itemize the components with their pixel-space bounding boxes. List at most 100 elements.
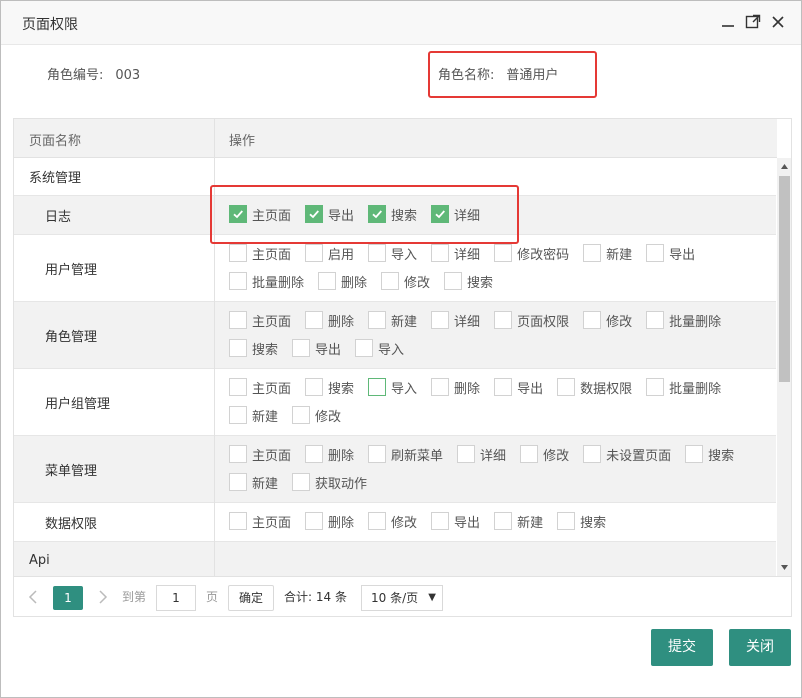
checkbox-unchecked-icon[interactable] [229,244,247,262]
checkbox-unchecked-icon[interactable] [494,512,513,530]
checkbox-unchecked-icon[interactable] [229,378,247,396]
checkbox-unchecked-icon[interactable] [229,445,247,463]
permission-checkbox[interactable]: 主页面 [229,444,291,464]
permission-checkbox[interactable]: 启用 [305,243,354,263]
checkbox-unchecked-icon[interactable] [646,378,665,396]
permission-checkbox[interactable]: 修改 [583,310,632,330]
permission-checkbox[interactable]: 获取动作 [292,472,367,492]
permission-checkbox[interactable]: 导出 [292,338,341,358]
permission-checkbox[interactable]: 导出 [431,511,480,531]
permission-checkbox[interactable]: 修改 [368,511,417,531]
checkbox-unchecked-icon[interactable] [355,339,374,357]
prev-page-icon[interactable] [28,586,38,610]
checkbox-unchecked-icon[interactable] [457,445,476,463]
checkbox-unchecked-icon[interactable] [444,272,463,290]
permission-checkbox[interactable]: 详细 [431,243,480,263]
table-scrollbar[interactable] [777,158,791,576]
permission-checkbox[interactable]: 数据权限 [557,377,632,397]
checkbox-unchecked-icon[interactable] [305,445,324,463]
close-icon[interactable] [769,13,787,31]
permission-checkbox[interactable]: 详细 [457,444,506,464]
checkbox-unchecked-icon[interactable] [431,311,450,329]
checkbox-unchecked-icon[interactable] [305,311,324,329]
permission-checkbox[interactable]: 主页面 [229,377,291,397]
permission-checkbox[interactable]: 搜索 [685,444,734,464]
checkbox-unchecked-icon[interactable] [292,473,311,491]
permission-checkbox[interactable]: 删除 [305,310,354,330]
permission-checkbox[interactable]: 刷新菜单 [368,444,443,464]
permission-checkbox[interactable]: 搜索 [229,338,278,358]
checkbox-unchecked-icon[interactable] [557,512,576,530]
permission-checkbox[interactable]: 导出 [494,377,543,397]
checkbox-unchecked-icon[interactable] [520,445,539,463]
permission-checkbox[interactable]: 新建 [229,405,278,425]
checkbox-unchecked-icon[interactable] [431,244,450,262]
permission-checkbox[interactable]: 搜索 [305,377,354,397]
submit-button[interactable]: 提交 [651,629,713,666]
checkbox-unchecked-icon[interactable] [368,445,387,463]
permission-checkbox[interactable]: 导入 [368,243,417,263]
permission-checkbox[interactable]: 导入 [368,377,417,397]
permission-checkbox[interactable]: 修改 [520,444,569,464]
checkbox-unchecked-icon[interactable] [229,339,247,357]
permission-checkbox[interactable]: 删除 [318,271,367,291]
checkbox-unchecked-icon[interactable] [368,512,387,530]
checkbox-unchecked-icon[interactable] [431,512,450,530]
checkbox-unchecked-icon[interactable] [292,339,311,357]
scroll-up-icon[interactable] [780,162,789,171]
checkbox-unchecked-icon[interactable] [557,378,576,396]
checkbox-unchecked-icon[interactable] [229,512,247,530]
checkbox-unchecked-icon[interactable] [583,244,602,262]
permission-checkbox[interactable]: 删除 [431,377,480,397]
minimize-icon[interactable] [719,13,737,31]
checkbox-unchecked-icon[interactable] [431,378,450,396]
permission-checkbox[interactable]: 导出 [646,243,695,263]
permission-checkbox[interactable]: 删除 [305,511,354,531]
checkbox-unchecked-icon[interactable] [368,244,387,262]
permission-checkbox[interactable]: 批量删除 [229,271,304,291]
checkbox-unchecked-icon[interactable] [494,311,513,329]
checkbox-unchecked-icon[interactable] [494,244,513,262]
permission-checkbox[interactable]: 批量删除 [646,377,721,397]
permission-checkbox[interactable]: 搜索 [444,271,493,291]
checkbox-unchecked-icon[interactable] [229,311,247,329]
checkbox-unchecked-icon[interactable] [229,473,247,491]
permission-checkbox[interactable]: 删除 [305,444,354,464]
permission-checkbox[interactable]: 页面权限 [494,310,569,330]
permission-checkbox[interactable]: 主页面 [229,310,291,330]
permission-checkbox[interactable]: 导入 [355,338,404,358]
checkbox-unchecked-icon[interactable] [368,378,387,396]
next-page-icon[interactable] [98,586,108,610]
permission-checkbox[interactable]: 新建 [229,472,278,492]
maximize-icon[interactable] [744,13,762,31]
permission-checkbox[interactable]: 修改 [381,271,430,291]
close-button[interactable]: 关闭 [729,629,791,666]
checkbox-unchecked-icon[interactable] [583,311,602,329]
scroll-thumb[interactable] [779,176,790,382]
checkbox-unchecked-icon[interactable] [229,406,247,424]
checkbox-unchecked-icon[interactable] [494,378,513,396]
current-page[interactable]: 1 [53,586,83,610]
checkbox-unchecked-icon[interactable] [318,272,337,290]
page-size-select[interactable]: 10 条/页 ▼ [361,585,443,611]
checkbox-unchecked-icon[interactable] [685,445,704,463]
checkbox-unchecked-icon[interactable] [305,244,324,262]
goto-page-input[interactable] [156,585,196,611]
checkbox-unchecked-icon[interactable] [368,311,387,329]
checkbox-unchecked-icon[interactable] [305,378,324,396]
checkbox-unchecked-icon[interactable] [646,311,665,329]
permission-checkbox[interactable]: 新建 [583,243,632,263]
permission-checkbox[interactable]: 主页面 [229,511,291,531]
checkbox-unchecked-icon[interactable] [583,445,602,463]
checkbox-unchecked-icon[interactable] [646,244,665,262]
permission-checkbox[interactable]: 修改 [292,405,341,425]
permission-checkbox[interactable]: 新建 [494,511,543,531]
permission-checkbox[interactable]: 修改密码 [494,243,569,263]
checkbox-unchecked-icon[interactable] [305,512,324,530]
permission-checkbox[interactable]: 新建 [368,310,417,330]
permission-checkbox[interactable]: 搜索 [557,511,606,531]
permission-checkbox[interactable]: 详细 [431,310,480,330]
permission-checkbox[interactable]: 未设置页面 [583,444,671,464]
checkbox-unchecked-icon[interactable] [381,272,400,290]
scroll-down-icon[interactable] [780,563,789,572]
